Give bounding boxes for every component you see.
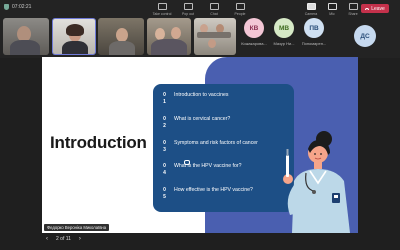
next-slide-button[interactable]: ›: [77, 236, 83, 242]
share-icon: [348, 3, 358, 10]
slide-pager: ‹ 2 of 11 ›: [44, 236, 83, 242]
participant-name: Мазур Ни...: [273, 41, 295, 46]
shared-slide: Introduction 01 Introduction to vaccines…: [42, 57, 358, 233]
shield-icon: [4, 4, 9, 10]
agenda-text: What is cervical cancer?: [174, 116, 231, 122]
agenda-number: 03: [163, 140, 166, 153]
toolbar-share[interactable]: Share: [344, 3, 362, 16]
mic-icon: [327, 3, 337, 10]
leave-label: Leave: [371, 5, 385, 12]
toolbar-label: Camera: [304, 12, 318, 16]
slide-title: Introduction: [50, 133, 147, 152]
participant-name: Кожакарова...: [241, 41, 267, 46]
meeting-timer: 07:02:21: [12, 4, 32, 10]
toolbar-label: People: [234, 12, 246, 16]
previous-slide-button[interactable]: ‹: [44, 236, 50, 242]
agenda-text: Symptoms and risk factors of cancer: [174, 140, 258, 146]
toolbar-take-control[interactable]: Take control: [150, 3, 174, 16]
agenda-number: 01: [163, 92, 166, 105]
participant-video-tile[interactable]: [3, 18, 49, 55]
slide-page-indicator: 2 of 11: [56, 236, 71, 242]
avatar: МВ: [274, 18, 294, 38]
agenda-text: How effective is the HPV vaccine?: [174, 187, 253, 193]
pointer-cursor-icon: [184, 160, 190, 165]
pop-out-icon: [183, 3, 193, 10]
media-controls: Camera Mic Share: [302, 3, 362, 16]
agenda-number: 02: [163, 116, 166, 129]
toolbar-mic[interactable]: Mic: [323, 3, 341, 16]
participant-name: Пономарен...: [301, 41, 327, 46]
toolbar-label: Take control: [152, 12, 172, 16]
participant-avatar-tile[interactable]: ПВ Пономарен...: [296, 18, 332, 55]
meeting-top-bar: 07:02:21 Take control Pop out Chat Peopl…: [0, 0, 400, 58]
avatar[interactable]: ДС: [354, 25, 376, 47]
avatar: ПВ: [304, 18, 324, 38]
camera-icon: [306, 3, 316, 10]
meeting-status: 07:02:21: [4, 4, 31, 10]
take-control-icon: [157, 3, 167, 10]
participant-video-tile[interactable]: [98, 18, 144, 55]
people-icon: [235, 3, 245, 10]
phone-icon: [365, 7, 370, 10]
presenter-name-label: Федорко Вероніка Миколаївна: [44, 224, 110, 231]
agenda-text: Introduction to vaccines: [174, 92, 229, 98]
meeting-toolbar: Take control Pop out Chat People: [150, 3, 252, 16]
toolbar-pop-out[interactable]: Pop out: [176, 3, 200, 16]
nurse-illustration: [283, 131, 350, 233]
toolbar-label: Chat: [210, 12, 218, 16]
participant-video-tile[interactable]: [194, 18, 236, 55]
toolbar-label: Mic: [329, 12, 335, 16]
participant-video-tile[interactable]: [147, 18, 191, 55]
toolbar-label: Share: [348, 12, 358, 16]
agenda-panel: 01 Introduction to vaccines 02 What is c…: [153, 84, 294, 212]
toolbar-label: Pop out: [181, 12, 195, 16]
toolbar-people[interactable]: People: [228, 3, 252, 16]
agenda-number: 04: [163, 163, 166, 176]
participant-video-tile-active[interactable]: [52, 18, 96, 55]
toolbar-camera[interactable]: Camera: [302, 3, 320, 16]
chat-icon: [209, 3, 219, 10]
toolbar-chat[interactable]: Chat: [202, 3, 226, 16]
leave-button[interactable]: Leave: [361, 4, 389, 13]
agenda-number: 05: [163, 187, 166, 200]
avatar: КВ: [244, 18, 264, 38]
